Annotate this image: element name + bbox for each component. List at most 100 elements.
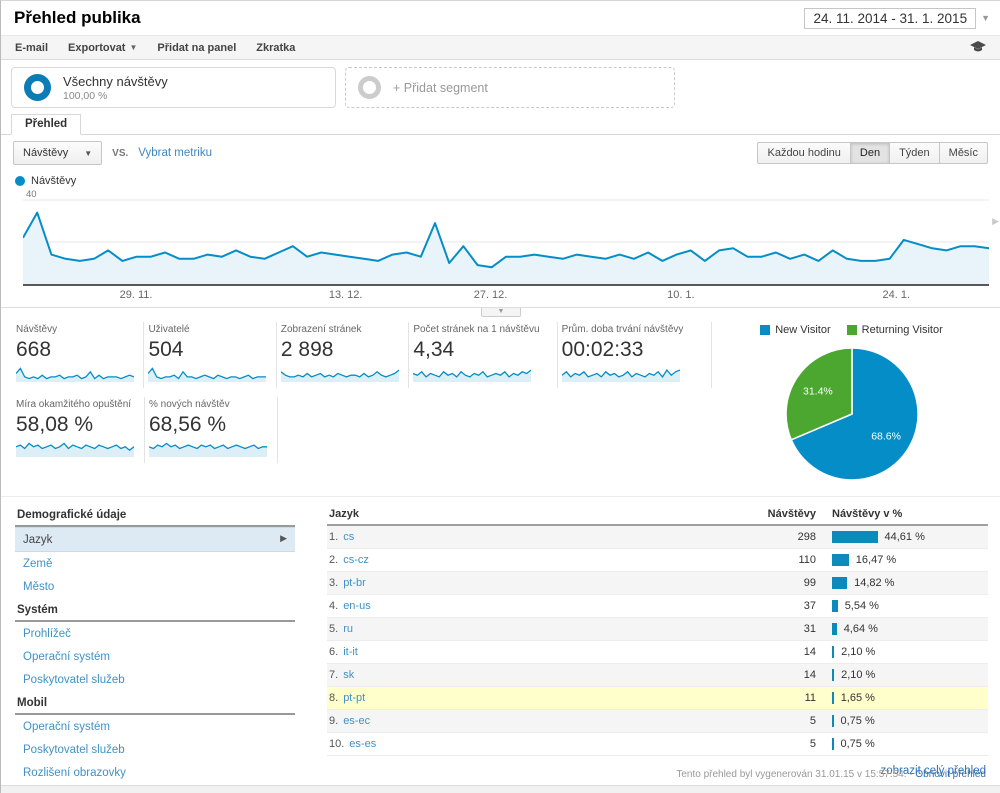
row-rank: 1. — [329, 531, 338, 543]
granularity-button-mesic[interactable]: Měsíc — [940, 142, 988, 164]
vs-label: VS. — [112, 148, 128, 159]
sidebar-item-label: Operační systém — [23, 651, 110, 663]
row-rank: 4. — [329, 600, 338, 612]
segment-percent: 100,00 % — [63, 90, 168, 102]
table-row: 7.sk142,10 % — [327, 664, 988, 687]
toolbar-item-zkratka[interactable]: Zkratka — [256, 42, 295, 54]
sidebar-item-poskytovatel-sluzeb[interactable]: Poskytovatel služeb — [15, 738, 295, 761]
percent-value: 2,10 % — [841, 646, 875, 658]
language-link[interactable]: cs-cz — [343, 554, 369, 566]
table-row: 9.es-ec50,75 % — [327, 710, 988, 733]
segment-donut-gray-icon — [358, 76, 381, 99]
sidebar-item-operacni-system[interactable]: Operační systém — [15, 645, 295, 668]
row-rank: 8. — [329, 692, 338, 704]
percent-cell: 4,64 % — [816, 623, 988, 635]
column-header-visits[interactable]: Návštěvy — [736, 508, 816, 520]
language-link[interactable]: ru — [343, 623, 353, 635]
row-rank: 2. — [329, 554, 338, 566]
toolbar-item-label: Přidat na panel — [157, 42, 236, 54]
row-rank: 5. — [329, 623, 338, 635]
x-axis-labels: 29. 11.13. 12.27. 12.10. 1.24. 1. — [23, 289, 989, 303]
visits-value: 14 — [736, 646, 816, 658]
timeline-chart: 2040 29. 11.13. 12.27. 12.10. 1.24. 1. ▶… — [1, 190, 1000, 316]
page-header: Přehled publika 24. 11. 2014 - 31. 1. 20… — [1, 1, 1000, 35]
percent-cell: 44,61 % — [816, 531, 988, 543]
segment-all-visits[interactable]: Všechny návštěvy 100,00 % — [11, 67, 336, 108]
metric-label: Uživatelé — [148, 324, 269, 335]
granularity-button-den[interactable]: Den — [851, 142, 890, 164]
row-rank: 10. — [329, 738, 344, 750]
visits-value: 37 — [736, 600, 816, 612]
column-header-percent[interactable]: Návštěvy v % — [816, 508, 988, 520]
report-toolbar: E-mail Exportovat▼ Přidat na panel Zkratka — [1, 35, 1000, 60]
granularity-button-tyden[interactable]: Týden — [890, 142, 940, 164]
svg-text:40: 40 — [26, 190, 37, 200]
sidebar-item-label: Jazyk — [23, 534, 52, 546]
language-cell: 9.es-ec — [327, 715, 736, 727]
date-range-value[interactable]: 24. 11. 2014 - 31. 1. 2015 — [804, 8, 976, 29]
collapse-chart-handle[interactable]: ▼ — [481, 308, 521, 317]
percent-cell: 2,10 % — [816, 669, 988, 681]
sidebar-item-poskytovatel-sluzeb[interactable]: Poskytovatel služeb — [15, 668, 295, 691]
sidebar-item-rozliseni-obrazovky[interactable]: Rozlišení obrazovky — [15, 761, 295, 784]
segment-donut-icon — [24, 74, 51, 101]
language-link[interactable]: cs — [343, 531, 354, 543]
percent-cell: 0,75 % — [816, 715, 988, 727]
sidebar-item-label: Prohlížeč — [23, 628, 71, 640]
language-link[interactable]: en-us — [343, 600, 371, 612]
sidebar-item-label: Rozlišení obrazovky — [23, 767, 126, 779]
metric-select-dropdown[interactable]: Návštěvy ▼ — [13, 141, 102, 165]
percent-bar — [832, 692, 834, 704]
chevron-down-icon[interactable]: ▼ — [981, 13, 990, 23]
table-header: Jazyk Návštěvy Návštěvy v % — [327, 503, 988, 526]
chevron-down-icon: ▼ — [84, 149, 92, 158]
sidebar-item-label: Poskytovatel služeb — [23, 674, 125, 686]
language-link[interactable]: it-it — [343, 646, 358, 658]
sidebar-item-operacni-system[interactable]: Operační systém — [15, 715, 295, 738]
metric-label: Prům. doba trvání návštěvy — [562, 324, 705, 335]
add-segment-button[interactable]: + Přidat segment — [345, 67, 675, 108]
metric-sparkline — [149, 438, 267, 458]
overview-metrics-section: Návštěvy668Uživatelé504Zobrazení stránek… — [1, 316, 1000, 492]
language-link[interactable]: es-ec — [343, 715, 370, 727]
language-link[interactable]: pt-pt — [343, 692, 365, 704]
language-link[interactable]: pt-br — [343, 577, 366, 589]
sidebar-item-label: Země — [23, 558, 52, 570]
sidebar-section-demograficke-udaje: Demografické údaje — [15, 503, 295, 527]
date-range-selector[interactable]: 24. 11. 2014 - 31. 1. 2015 ▼ — [804, 8, 990, 29]
sidebar-item-jazyk[interactable]: Jazyk▶ — [15, 527, 295, 552]
sidebar-item-prohlizec[interactable]: Prohlížeč — [15, 622, 295, 645]
graduation-cap-icon[interactable] — [970, 41, 986, 54]
metric-sparkline — [281, 363, 399, 383]
percent-cell: 16,47 % — [816, 554, 988, 566]
timeline-chart-svg: 2040 — [23, 190, 989, 286]
granularity-button-kazdou-hodinu[interactable]: Každou hodinu — [757, 142, 850, 164]
bottom-strip — [1, 785, 1000, 793]
refresh-report-link[interactable]: Obnovit přehled — [915, 769, 986, 780]
table-row: 4.en-us375,54 % — [327, 595, 988, 618]
toolbar-item-label: Zkratka — [256, 42, 295, 54]
toolbar-item-e-mail[interactable]: E-mail — [15, 42, 48, 54]
language-table: Jazyk Návštěvy Návštěvy v % 1.cs29844,61… — [313, 503, 988, 786]
scroll-right-arrow-icon[interactable]: ▶ — [992, 216, 999, 227]
series-label: Návštěvy — [31, 175, 76, 187]
percent-bar — [832, 646, 834, 658]
tab-overview[interactable]: Přehled — [11, 114, 81, 135]
metric-card-pocet-stranek-na-1-navstevu: Počet stránek na 1 návštěvu4,34 — [412, 322, 557, 388]
percent-value: 2,10 % — [841, 669, 875, 681]
sidebar-item-mesto[interactable]: Město — [15, 575, 295, 598]
tab-bar: Přehled — [1, 114, 1000, 135]
language-link[interactable]: es-es — [349, 738, 376, 750]
select-metric-link[interactable]: Vybrat metriku — [138, 147, 212, 159]
toolbar-item-pridat-na-panel[interactable]: Přidat na panel — [157, 42, 236, 54]
sidebar-item-zeme[interactable]: Země — [15, 552, 295, 575]
visits-value: 110 — [736, 554, 816, 566]
visits-value: 11 — [736, 692, 816, 704]
toolbar-item-exportovat[interactable]: Exportovat▼ — [68, 42, 137, 54]
svg-text:31.4%: 31.4% — [803, 385, 833, 397]
metric-label: % nových návštěv — [149, 399, 271, 410]
generated-text: Tento přehled byl vygenerován 31.01.15 v… — [676, 769, 906, 780]
x-axis-label: 24. 1. — [882, 289, 910, 301]
column-header-language[interactable]: Jazyk — [327, 508, 736, 520]
language-link[interactable]: sk — [343, 669, 354, 681]
